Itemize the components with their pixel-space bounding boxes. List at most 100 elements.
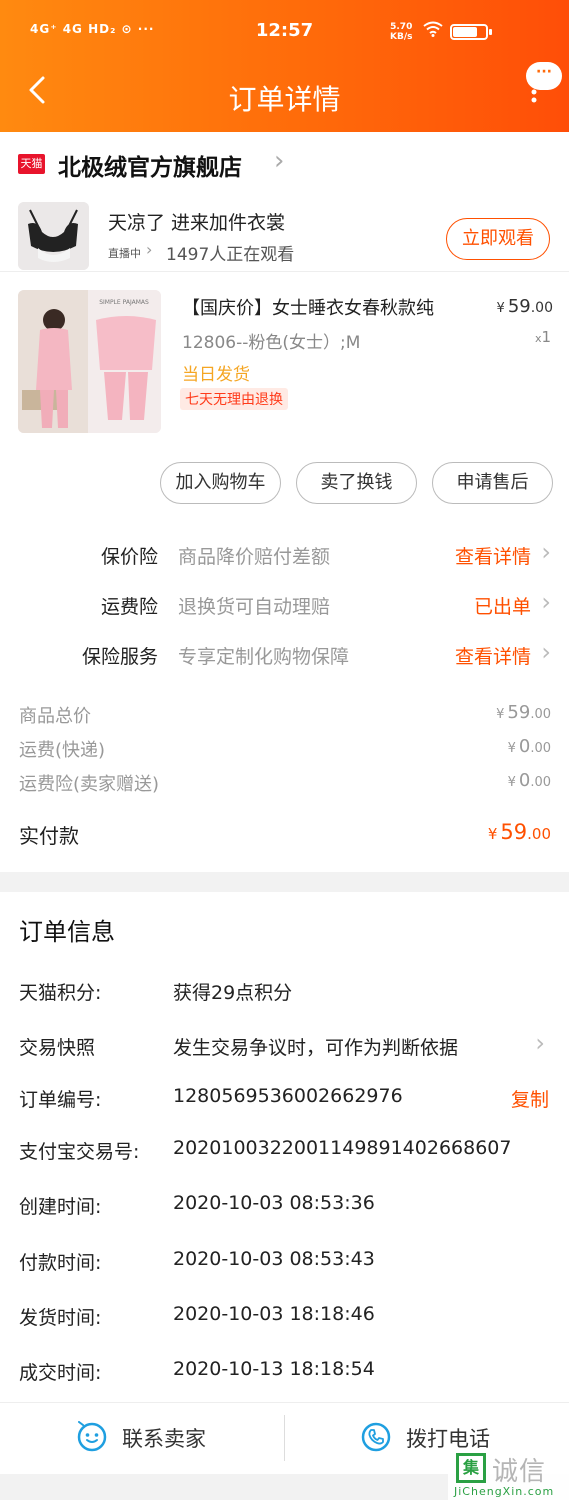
site-watermark: 集 诚信 JiChengXin.com — [448, 1450, 569, 1500]
shop-name: 北极绒官方旗舰店 — [58, 155, 242, 181]
info-row-completed: 成交时间: 2020-10-13 18:18:54 — [0, 1358, 569, 1388]
info-row-points: 天猫积分: 获得29点积分 — [0, 978, 569, 1008]
after-sale-button[interactable]: 申请售后 — [432, 462, 553, 504]
price-integer: 59 — [507, 296, 531, 317]
network-speed: 5.70 KB/s — [390, 22, 412, 42]
cost-label: 商品总价 — [19, 706, 91, 727]
watch-now-button[interactable]: 立即观看 — [446, 218, 550, 260]
more-menu-button[interactable]: ··· — [518, 62, 562, 118]
info-row-alipay-number: 支付宝交易号: 2020100322001149891402668607 — [0, 1137, 569, 1167]
insurance-row-service[interactable]: 保险服务 专享定制化购物保障 查看详情 › — [0, 636, 569, 676]
paid-amount-value: ¥59.00 — [488, 820, 551, 844]
cost-row-shipping: 运费(快递) ¥0.00 — [0, 736, 569, 766]
info-label: 天猫积分: — [19, 982, 102, 1004]
cost-label: 运费(快递) — [19, 740, 106, 761]
chat-face-icon — [77, 1421, 107, 1452]
chevron-right-icon: › — [146, 240, 153, 259]
return-policy-tag: 七天无理由退换 — [180, 388, 288, 410]
info-row-order-number: 订单编号: 1280569536002662976 复制 — [0, 1085, 569, 1115]
message-bubble-icon: ··· — [526, 62, 562, 90]
cost-integer: 0 — [518, 770, 531, 791]
contact-seller-label: 联系卖家 — [122, 1427, 206, 1451]
top-header: 4G⁺ 4G HD₂ ⊙ ··· 12:57 5.70 KB/s 订单详情 ··… — [0, 0, 569, 132]
insurance-label: 保价险 — [100, 546, 158, 568]
live-title: 天凉了 进来加件衣裳 — [108, 212, 286, 234]
insurance-desc: 专享定制化购物保障 — [178, 646, 350, 668]
info-row-paid: 付款时间: 2020-10-03 08:53:43 — [0, 1248, 569, 1278]
cost-decimal: .00 — [530, 707, 551, 722]
order-info-title: 订单信息 — [19, 918, 115, 946]
add-to-cart-button[interactable]: 加入购物车 — [160, 462, 281, 504]
battery-icon — [450, 24, 488, 40]
product-image-caption: SIMPLE PAJAMAS — [99, 299, 149, 306]
product-image: SIMPLE PAJAMAS — [18, 290, 161, 433]
chevron-right-icon: › — [541, 538, 551, 566]
paid-decimal: .00 — [527, 825, 551, 843]
info-value: 2020-10-13 18:18:54 — [173, 1358, 375, 1380]
insurance-link[interactable]: 查看详情 — [455, 542, 531, 569]
info-row-snapshot[interactable]: 交易快照 发生交易争议时，可作为判断依据 › — [0, 1029, 569, 1063]
insurance-link[interactable]: 已出单 — [474, 592, 531, 619]
resell-button[interactable]: 卖了换钱 — [296, 462, 417, 504]
tmall-logo-icon: 天猫 — [18, 154, 45, 174]
cost-integer: 59 — [507, 702, 531, 723]
info-label: 交易快照 — [19, 1037, 96, 1059]
chevron-right-icon: › — [541, 638, 551, 666]
info-label: 创建时间: — [19, 1196, 102, 1218]
cost-value: ¥59.00 — [496, 702, 551, 723]
product-item[interactable]: SIMPLE PAJAMAS 【国庆价】女士睡衣女春秋款纯 ¥59.00 128… — [0, 284, 569, 444]
chevron-right-icon: › — [274, 146, 285, 176]
insurance-row-price-protection[interactable]: 保价险 商品降价赔付差额 查看详情 › — [0, 536, 569, 576]
insurance-desc: 退换货可自动理赔 — [178, 596, 331, 618]
watermark-brand: 诚信 — [492, 1457, 547, 1487]
product-quantity: x1 — [535, 328, 551, 346]
price-currency: ¥ — [496, 301, 505, 316]
live-viewer-count: 1497人正在观看 — [166, 245, 295, 265]
copy-order-number-button[interactable]: 复制 — [511, 1085, 549, 1112]
chevron-right-icon: › — [535, 1029, 545, 1057]
paid-integer: 59 — [500, 820, 528, 844]
quantity-value: 1 — [541, 328, 551, 346]
chevron-right-icon: › — [541, 588, 551, 616]
cost-decimal: .00 — [530, 775, 551, 790]
order-main-card: 天猫 北极绒官方旗舰店 › 天凉了 进来加件衣裳 直播中 › 1497人正在观看… — [0, 132, 569, 872]
cost-label: 运费险(卖家赠送) — [19, 774, 160, 795]
wifi-icon — [423, 21, 443, 41]
info-row-shipped: 发货时间: 2020-10-03 18:18:46 — [0, 1303, 569, 1333]
cost-row-shipping-insurance: 运费险(卖家赠送) ¥0.00 — [0, 770, 569, 800]
product-title: 【国庆价】女士睡衣女春秋款纯 — [182, 298, 434, 319]
insurance-link[interactable]: 查看详情 — [455, 642, 531, 669]
bottom-divider — [284, 1415, 285, 1461]
cost-value: ¥0.00 — [508, 736, 551, 757]
status-bar: 4G⁺ 4G HD₂ ⊙ ··· 12:57 5.70 KB/s — [0, 0, 569, 62]
watermark-url: JiChengXin.com — [454, 1485, 555, 1498]
info-label: 支付宝交易号: — [19, 1141, 140, 1163]
insurance-row-shipping[interactable]: 运费险 退换货可自动理赔 已出单 › — [0, 586, 569, 626]
live-stream-banner[interactable]: 天凉了 进来加件衣裳 直播中 › 1497人正在观看 立即观看 — [0, 194, 569, 272]
info-label: 成交时间: — [19, 1362, 102, 1384]
cost-decimal: .00 — [530, 741, 551, 756]
info-value: 1280569536002662976 — [173, 1085, 403, 1107]
battery-level — [453, 27, 477, 37]
insurance-label: 运费险 — [100, 596, 158, 618]
page-title: 订单详情 — [228, 83, 341, 116]
network-speed-value: 5.70 — [390, 22, 413, 32]
price-decimal: .00 — [530, 300, 553, 316]
cost-currency: ¥ — [507, 741, 516, 756]
live-status-tag: 直播中 — [108, 247, 141, 260]
info-value: 2020-10-03 08:53:36 — [173, 1192, 375, 1214]
watermark-logo-icon: 集 — [456, 1453, 486, 1483]
info-row-created: 创建时间: 2020-10-03 08:53:36 — [0, 1192, 569, 1222]
order-info-card: 订单信息 天猫积分: 获得29点积分 交易快照 发生交易争议时，可作为判断依据 … — [0, 892, 569, 1402]
network-speed-unit: KB/s — [390, 32, 413, 42]
paid-amount-label: 实付款 — [19, 824, 79, 848]
cost-currency: ¥ — [507, 775, 516, 790]
info-value: 2020-10-03 08:53:43 — [173, 1248, 375, 1270]
cost-row-subtotal: 商品总价 ¥59.00 — [0, 702, 569, 732]
info-value: 获得29点积分 — [173, 982, 293, 1004]
info-label: 发货时间: — [19, 1307, 102, 1329]
shop-header[interactable]: 天猫 北极绒官方旗舰店 › — [0, 132, 569, 194]
call-phone-label: 拨打电话 — [406, 1427, 490, 1451]
ship-today-label: 当日发货 — [182, 365, 250, 385]
info-label: 付款时间: — [19, 1252, 102, 1274]
